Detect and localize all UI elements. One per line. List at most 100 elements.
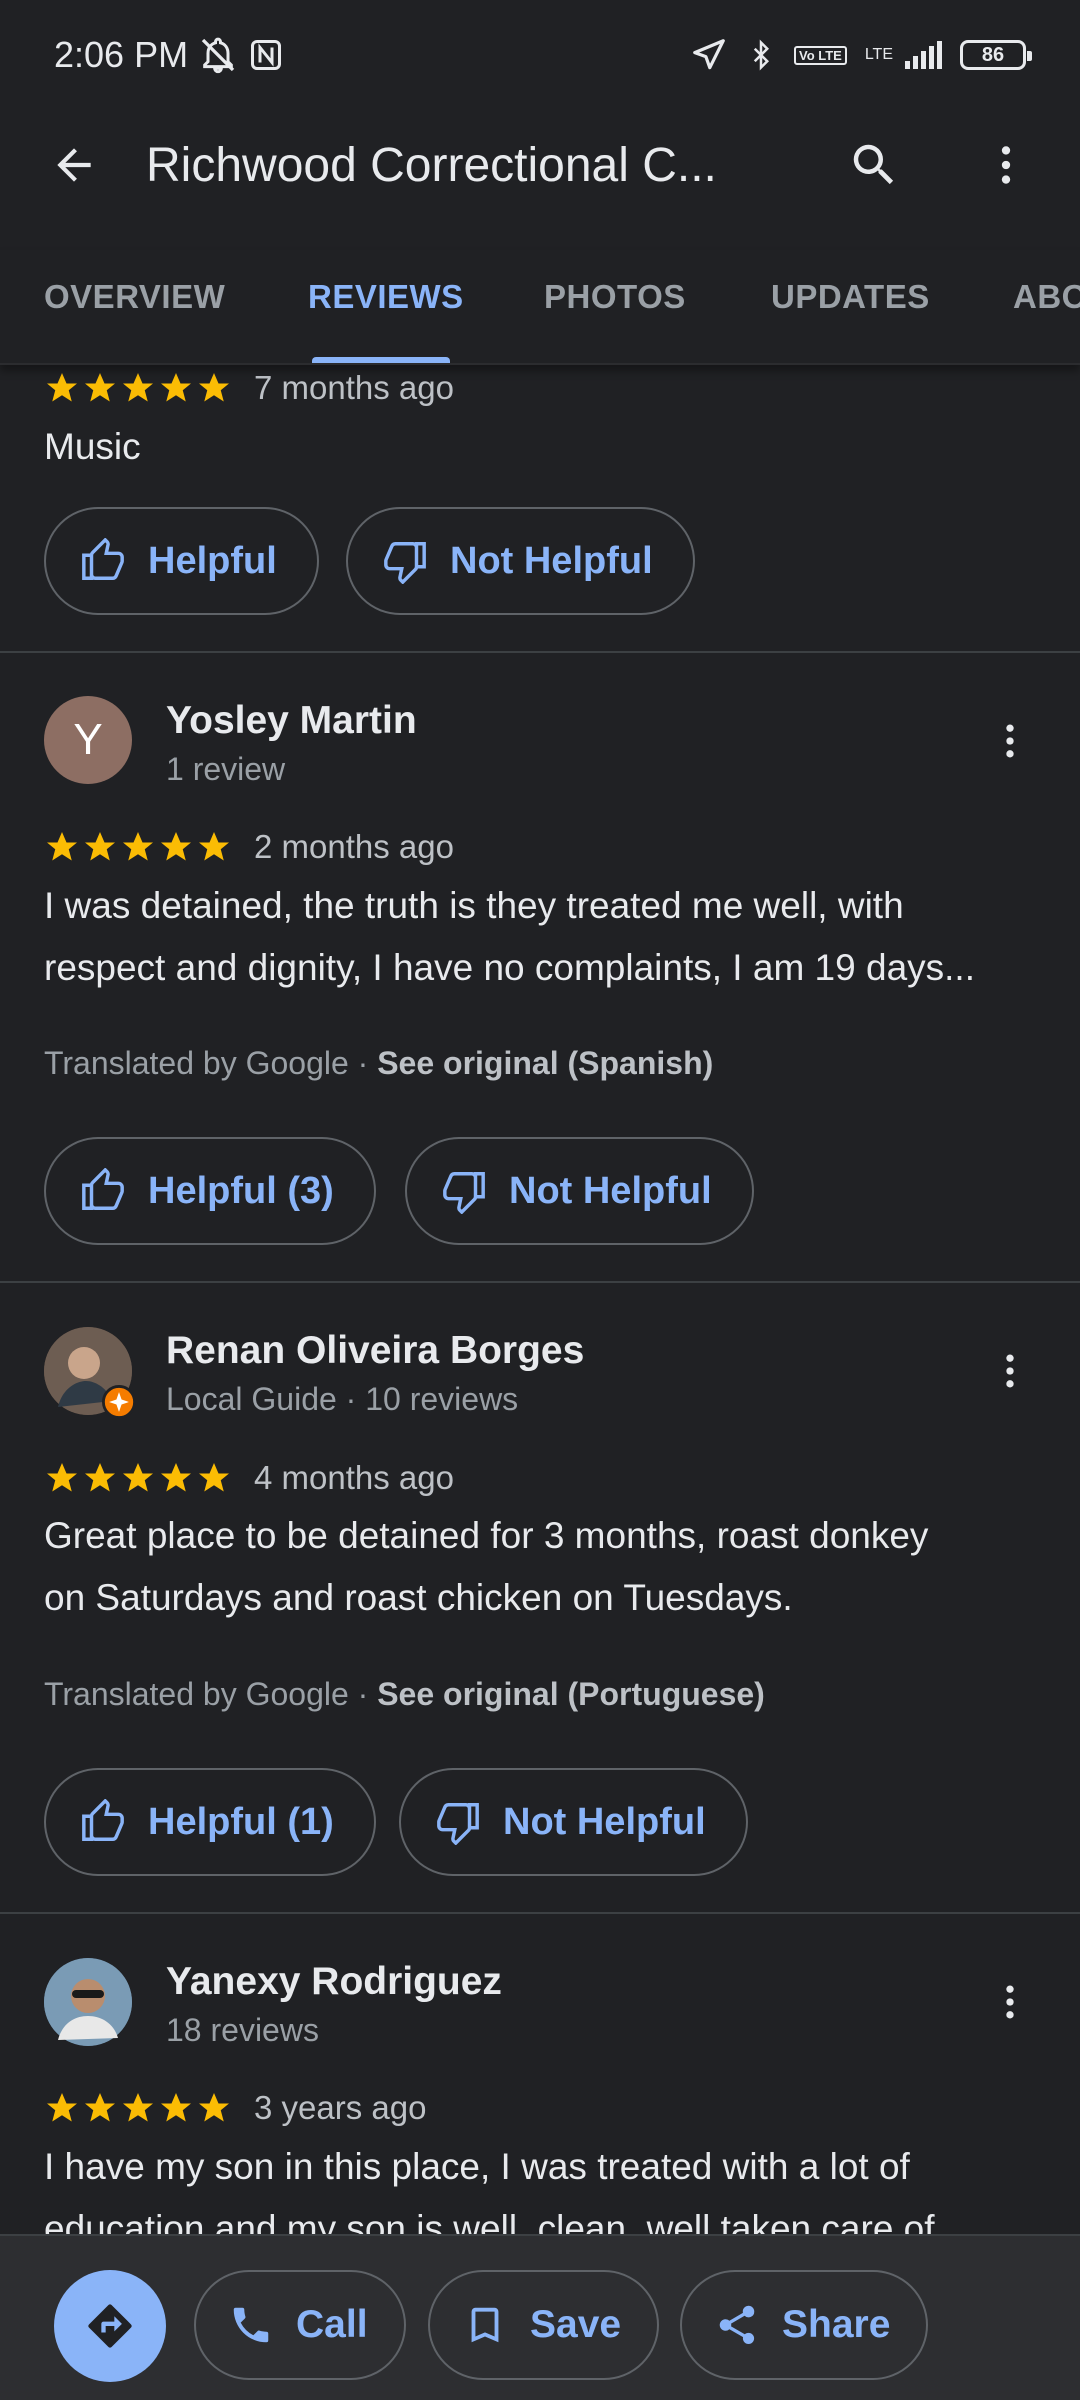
star-icon	[85, 832, 115, 861]
signal-icon	[905, 41, 942, 69]
back-button[interactable]	[30, 121, 118, 209]
call-label: Call	[296, 2303, 368, 2346]
tab-updates[interactable]: UPDATES	[771, 278, 930, 316]
review-author-subtitle: 1 review	[166, 751, 286, 787]
star-icon	[161, 2093, 191, 2122]
helpful-button[interactable]: Helpful (1)	[44, 1768, 376, 1876]
not-helpful-label: Not Helpful	[503, 1800, 706, 1843]
thumb-up-icon	[82, 1168, 124, 1210]
tab-photos[interactable]: PHOTOS	[544, 278, 686, 316]
status-time: 2:06 PM	[54, 34, 189, 75]
see-original-link[interactable]: See original (Spanish)	[377, 1045, 713, 1081]
back-arrow-icon	[57, 148, 91, 182]
tab-about[interactable]: ABO	[1013, 278, 1080, 316]
review-more-button[interactable]	[970, 1962, 1050, 2042]
avatar[interactable]	[44, 1327, 136, 1419]
review-rating-row: 2 months ago	[44, 828, 454, 866]
translation-note: Translated by Google · See original (Por…	[44, 1676, 765, 1713]
star-icon	[85, 2093, 115, 2122]
star-icon	[123, 373, 153, 402]
star-icon	[47, 2093, 77, 2122]
review-text[interactable]: Great place to be detained for 3 months,…	[44, 1505, 1044, 1629]
more-vert-icon	[1006, 1985, 1014, 2019]
review-author[interactable]: Renan Oliveira Borges	[166, 1329, 584, 1373]
page-title: Richwood Correctional C...	[146, 138, 717, 192]
thumb-down-icon	[437, 1803, 479, 1845]
tab-indicator	[312, 357, 450, 363]
star-rating	[44, 2090, 232, 2126]
see-original-link[interactable]: See original (Portuguese)	[377, 1676, 765, 1712]
tab-overview[interactable]: OVERVIEW	[44, 278, 225, 316]
review-time: 7 months ago	[254, 369, 454, 406]
reviews-list[interactable]: 7 months ago Music Helpful Not Helpful Y…	[0, 365, 1080, 2235]
star-icon	[47, 832, 77, 861]
volte-badge: Vo LTE	[793, 45, 847, 65]
helpful-label: Helpful (3)	[148, 1169, 334, 1212]
star-rating	[44, 1460, 232, 1496]
review-more-button[interactable]	[970, 701, 1050, 781]
thumb-down-icon	[443, 1172, 485, 1214]
more-options-button[interactable]	[962, 121, 1050, 209]
phone-icon	[233, 2307, 269, 2343]
share-label: Share	[782, 2303, 891, 2346]
tab-reviews[interactable]: REVIEWS	[308, 278, 464, 316]
bottom-action-bar: Call Save Share	[0, 2234, 1080, 2400]
not-helpful-button[interactable]: Not Helpful	[346, 507, 695, 615]
thumb-down-icon	[384, 542, 426, 584]
divider	[0, 651, 1080, 653]
call-button[interactable]: Call	[194, 2270, 406, 2380]
review-time: 4 months ago	[254, 1459, 454, 1496]
directions-icon	[88, 2304, 132, 2348]
review-more-button[interactable]	[970, 1331, 1050, 1411]
review-rating-row: 4 months ago	[44, 1459, 454, 1497]
star-icon	[199, 373, 229, 402]
helpful-button[interactable]: Helpful	[44, 507, 319, 615]
star-rating	[44, 829, 232, 865]
share-button[interactable]: Share	[680, 2270, 929, 2380]
star-icon	[47, 373, 77, 402]
review-text-line: Great place to be detained for 3 months,…	[44, 1515, 929, 1556]
review-time: 3 years ago	[254, 2089, 427, 2126]
review-text-line: on Saturdays and roast chicken on Tuesda…	[44, 1577, 793, 1618]
translated-by: Translated by Google ·	[44, 1045, 378, 1081]
avatar[interactable]	[44, 1958, 132, 2046]
thumb-up-icon	[82, 538, 124, 580]
star-icon	[123, 2093, 153, 2122]
review-text[interactable]: I have my son in this place, I was treat…	[44, 2136, 1044, 2235]
search-button[interactable]	[830, 121, 918, 209]
directions-button[interactable]	[54, 2270, 166, 2382]
bluetooth-icon	[753, 39, 770, 71]
not-helpful-label: Not Helpful	[509, 1169, 712, 1212]
not-helpful-button[interactable]: Not Helpful	[399, 1768, 748, 1876]
not-helpful-label: Not Helpful	[450, 539, 653, 582]
helpful-label: Helpful	[148, 539, 277, 582]
helpful-button[interactable]: Helpful (3)	[44, 1137, 376, 1245]
save-label: Save	[530, 2303, 622, 2346]
avatar-letter: Y	[73, 715, 103, 764]
thumb-up-icon	[82, 1799, 124, 1841]
battery-level: 86	[981, 43, 1005, 66]
bookmark-icon	[471, 2307, 499, 2343]
review-author-subtitle: Local Guide · 10 reviews	[166, 1381, 519, 1417]
save-button[interactable]: Save	[428, 2270, 660, 2380]
star-icon	[161, 373, 191, 402]
review-text-line: education and my son is well, clean, wel…	[44, 2208, 935, 2235]
review-rating-row: 7 months ago	[44, 369, 454, 407]
review-text[interactable]: Music	[44, 416, 1044, 478]
mute-icon	[201, 37, 235, 74]
review-author[interactable]: Yanexy Rodriguez	[166, 1960, 502, 2004]
review-author[interactable]: Yosley Martin	[166, 699, 417, 743]
star-icon	[47, 1463, 77, 1492]
search-icon	[853, 144, 894, 185]
review-rating-row: 3 years ago	[44, 2089, 426, 2127]
star-icon	[123, 832, 153, 861]
share-icon	[719, 2305, 755, 2345]
location-icon	[693, 39, 725, 70]
more-vert-icon	[1006, 1354, 1014, 1388]
avatar[interactable]: Y	[44, 696, 132, 784]
not-helpful-button[interactable]: Not Helpful	[405, 1137, 754, 1245]
nfc-icon	[251, 40, 282, 70]
more-vert-icon	[1006, 724, 1014, 758]
divider	[0, 1912, 1080, 1914]
review-text[interactable]: I was detained, the truth is they treate…	[44, 875, 1044, 999]
